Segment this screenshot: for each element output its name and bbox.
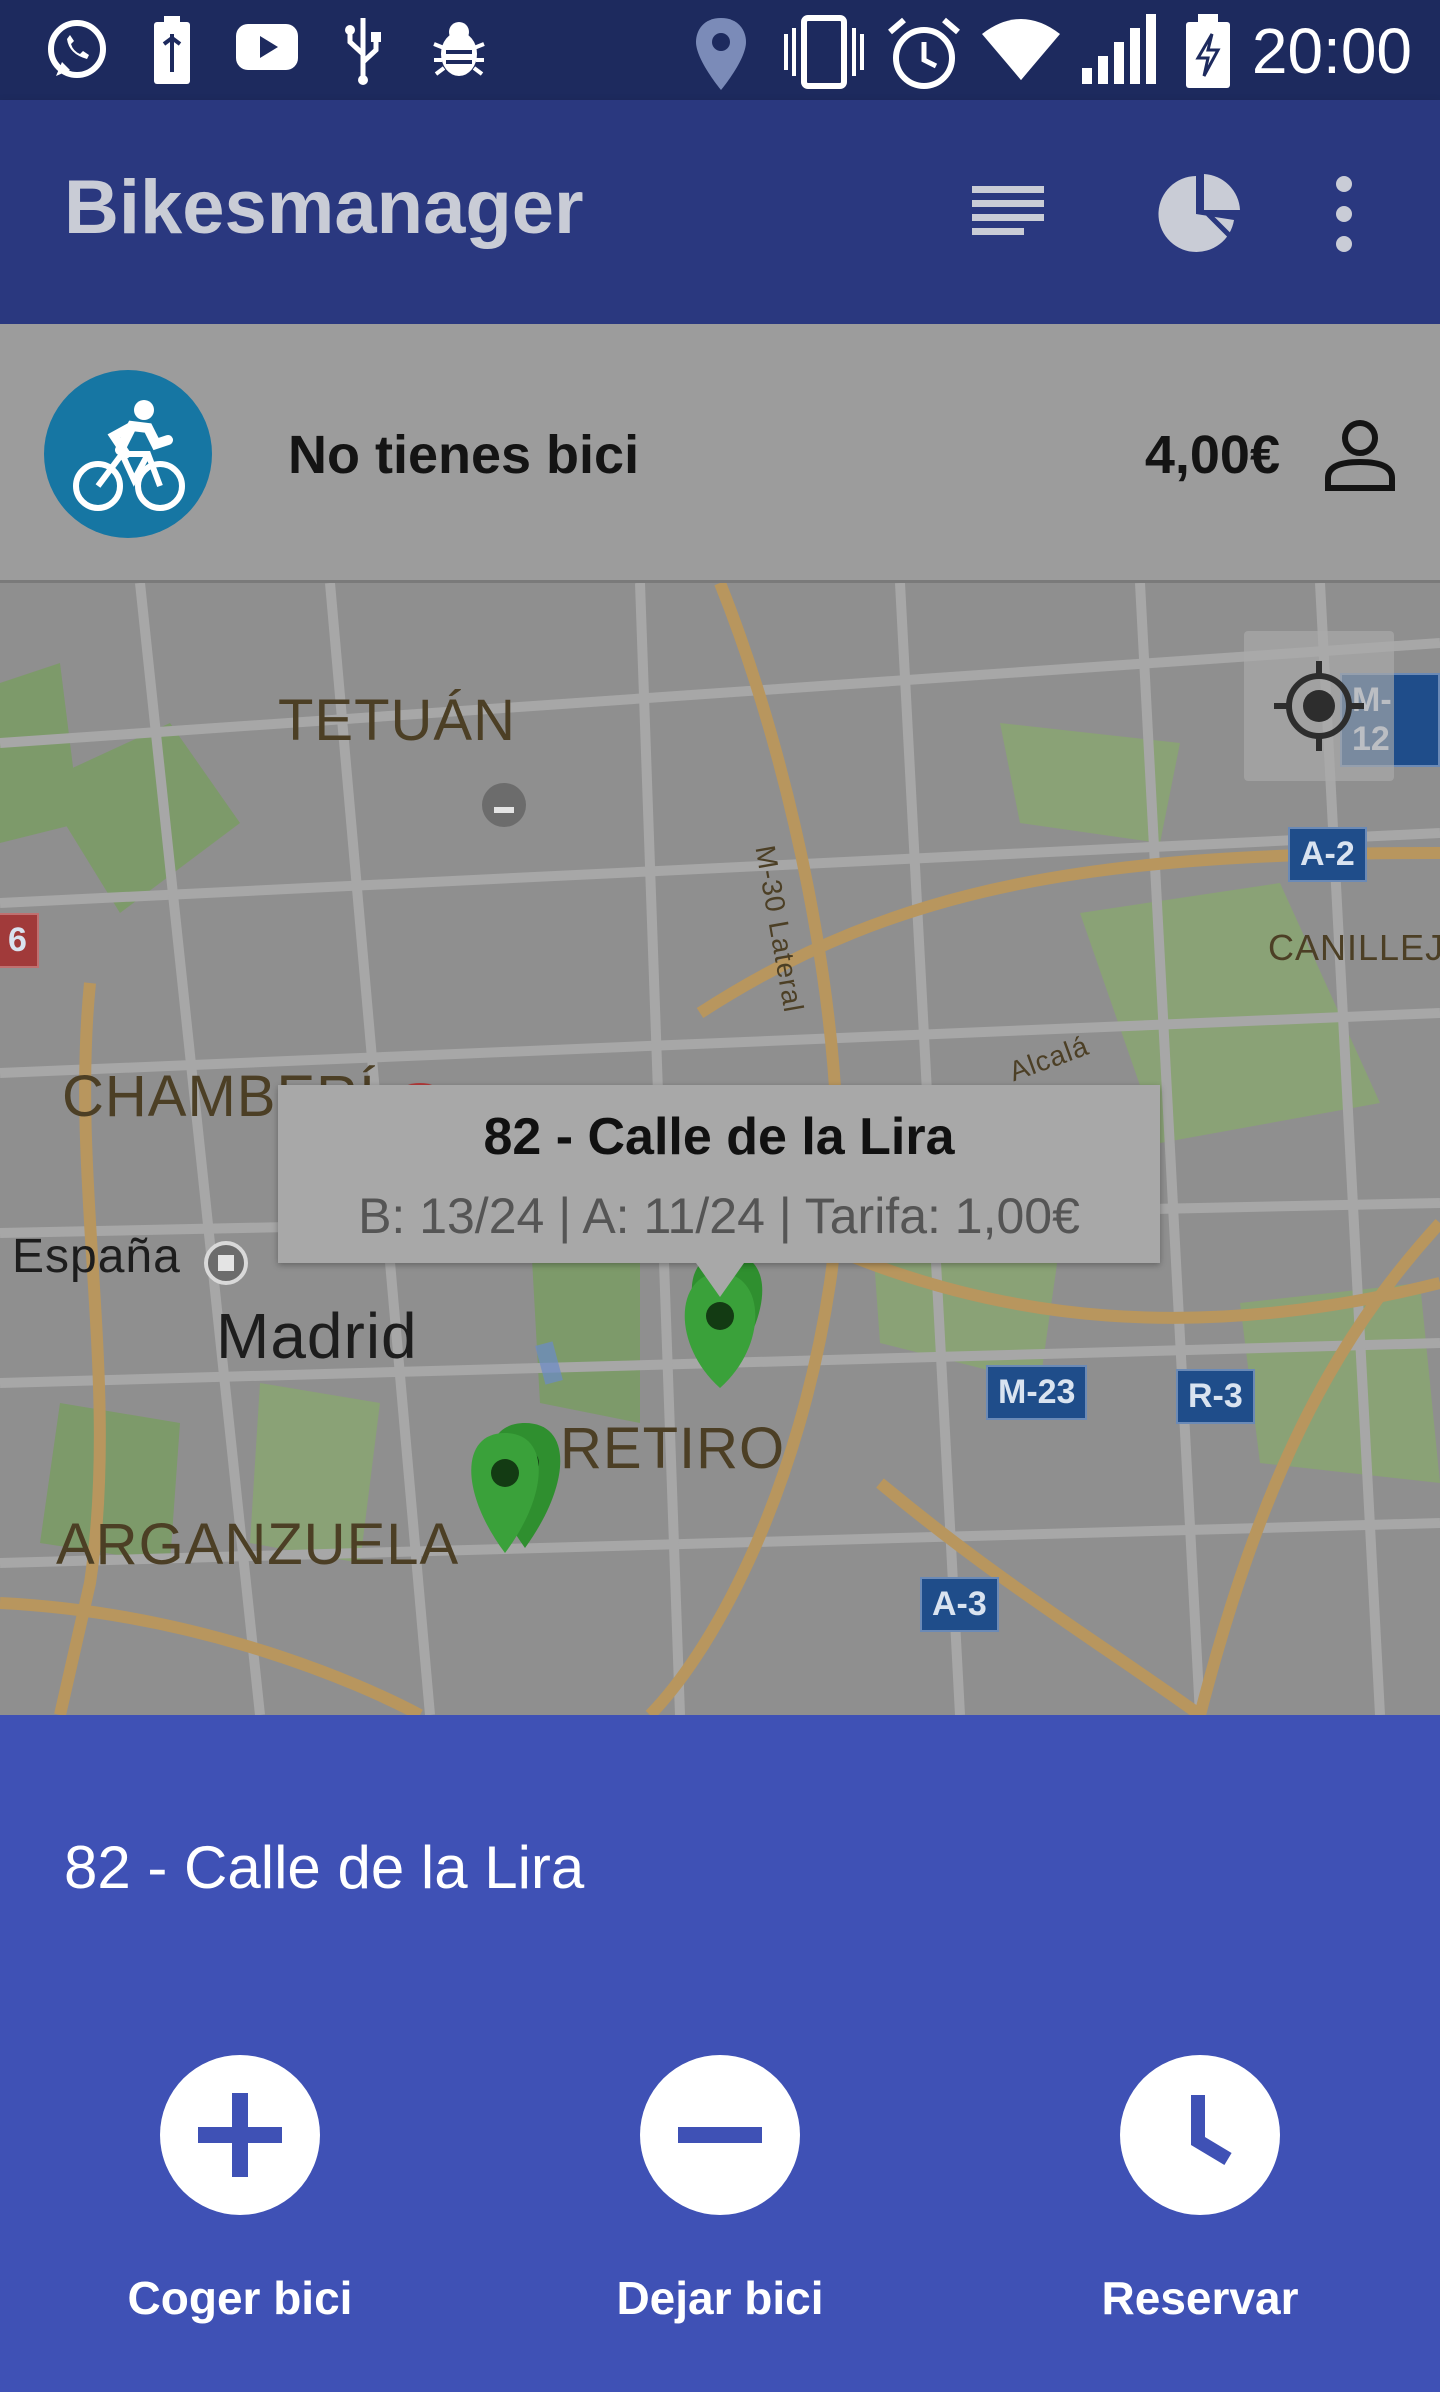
info-window-title: 82 - Calle de la Lira: [483, 1108, 955, 1166]
location-icon: [696, 18, 746, 90]
bike-icon: [44, 370, 212, 538]
station-info-window[interactable]: 82 - Calle de la Lira B: 13/24 | A: 11/2…: [278, 1085, 1160, 1297]
battery-charging-icon: [154, 16, 190, 84]
reserve-label[interactable]: Reservar: [1050, 2271, 1350, 2325]
vibrate-icon: [784, 15, 864, 89]
app-title: Bikesmanager: [64, 165, 584, 250]
road-shield-a3: A-3: [920, 1577, 999, 1632]
map-label-arganzuela: ARGANZUELA: [56, 1512, 460, 1577]
crosshair-icon: [1274, 661, 1364, 751]
map-label-retiro: RETIRO: [560, 1416, 786, 1481]
map-label-tetuan: TETUÁN: [278, 688, 516, 753]
list-icon[interactable]: [968, 170, 1050, 252]
road-shield-r3: R-3: [1176, 1369, 1255, 1424]
minus-icon[interactable]: [640, 2055, 800, 2215]
road-shield-edge: 6: [0, 913, 39, 968]
app-bar: Bikesmanager: [0, 100, 1440, 324]
take-bike-label[interactable]: Coger bici: [90, 2271, 390, 2325]
map-label-madrid: Madrid: [216, 1300, 418, 1372]
usb-icon: [345, 18, 381, 85]
take-bike-button[interactable]: Coger bici: [90, 2055, 390, 2325]
wifi-icon: [982, 19, 1060, 80]
more-vert-icon[interactable]: [1322, 170, 1366, 258]
bike-status-bar: No tienes bici 4,00€: [0, 324, 1440, 583]
user-icon[interactable]: [1320, 416, 1400, 496]
road-shield-a2: A-2: [1288, 827, 1367, 882]
map-view[interactable]: TETUÁN CHAMBERÍ España Madrid RETIRO ARG…: [0, 583, 1440, 1715]
my-location-button[interactable]: [1244, 631, 1394, 781]
clock-icon[interactable]: [1120, 2055, 1280, 2215]
pie-chart-icon[interactable]: [1156, 170, 1244, 258]
info-window-subtitle: B: 13/24 | A: 11/24 | Tarifa: 1,00€: [358, 1188, 1080, 1244]
station-title: 82 - Calle de la Lira: [64, 1834, 585, 1901]
status-bar: 20:00: [0, 0, 1440, 100]
signal-icon: [1082, 14, 1156, 84]
road-shield-m23: M-23: [986, 1365, 1088, 1420]
leave-bike-label[interactable]: Dejar bici: [570, 2271, 870, 2325]
reserve-button[interactable]: Reservar: [1050, 2055, 1350, 2325]
youtube-icon: [236, 24, 298, 70]
bike-status-text: No tienes bici: [288, 425, 640, 485]
status-time: 20:00: [1251, 15, 1412, 87]
alarm-icon: [888, 17, 960, 89]
bug-icon: [433, 22, 485, 76]
plus-icon[interactable]: [160, 2055, 320, 2215]
battery-icon: [1186, 14, 1230, 88]
whatsapp-icon: [48, 20, 106, 78]
station-bottom-sheet: 82 - Calle de la Lira Coger bici Dejar b…: [0, 1715, 1440, 2392]
map-label-canillejas: CANILLEJA: [1268, 927, 1440, 968]
balance-text: 4,00€: [1144, 425, 1280, 485]
map-label-espana: España: [12, 1230, 181, 1283]
leave-bike-button[interactable]: Dejar bici: [570, 2055, 870, 2325]
